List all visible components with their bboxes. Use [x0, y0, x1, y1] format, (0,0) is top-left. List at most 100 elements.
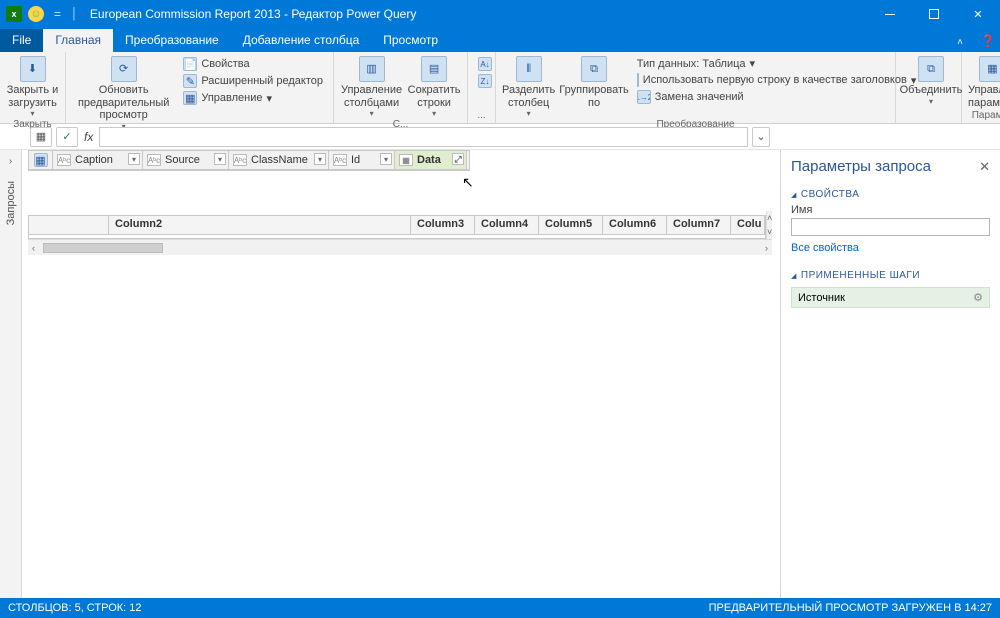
section-properties[interactable]: СВОЙСТВА	[781, 183, 1000, 202]
refresh-icon: ⟳	[111, 56, 137, 82]
main-data-grid[interactable]: ▦ AᵇcCaption▾ AᵇcSource▾ AᵇcClassName▾ A…	[28, 150, 470, 171]
smiley-icon[interactable]: ☺	[28, 6, 44, 22]
qat-separator: =	[50, 7, 65, 21]
advanced-editor-button[interactable]: ✎Расширенный редактор	[179, 73, 327, 89]
table-options-icon[interactable]: ▦	[34, 153, 48, 167]
query-name-input[interactable]	[791, 218, 990, 236]
table-icon-button[interactable]: ▦	[30, 127, 52, 147]
col-header-source[interactable]: AᵇcSource▾	[143, 151, 229, 169]
collapse-ribbon-icon[interactable]: ˄	[944, 37, 976, 52]
query-settings-panel: Параметры запроса ✕ СВОЙСТВА Имя Все сво…	[780, 150, 1000, 598]
gear-icon[interactable]: ⚙	[973, 291, 983, 304]
status-right: ПРЕДВАРИТЕЛЬНЫЙ ПРОСМОТР ЗАГРУЖЕН В 14:2…	[709, 602, 992, 614]
group-by-button[interactable]: ⧉Группировать по	[559, 54, 629, 109]
use-first-row-headers-button[interactable]: ▦Использовать первую строку в качестве з…	[633, 72, 893, 88]
name-field-label: Имя	[791, 204, 990, 216]
formula-input[interactable]	[99, 127, 748, 147]
tab-view[interactable]: Просмотр	[371, 29, 450, 52]
title-bar: x ☺ = │ European Commission Report 2013 …	[0, 0, 1000, 28]
ribbon-tabs: File Главная Преобразование Добавление с…	[0, 28, 1000, 52]
filter-icon[interactable]: ▾	[314, 153, 326, 165]
preview-scrollbar-v[interactable]: ˄ ˅	[766, 211, 772, 239]
properties-icon: 📄	[183, 57, 197, 71]
scroll-up-icon[interactable]: ˄	[767, 211, 772, 225]
scroll-thumb[interactable]	[43, 243, 163, 253]
minimize-button[interactable]	[868, 0, 912, 28]
refresh-label: Обновить предварительный просмотр	[72, 84, 175, 122]
close-load-icon: ⬇	[20, 56, 46, 82]
group-params: Парамет	[968, 109, 1000, 123]
reduce-rows-button[interactable]: ▤Сократить строки▾	[407, 54, 461, 118]
preview-col-4[interactable]: Column4	[475, 216, 539, 234]
sort-desc-button[interactable]: Z↓	[474, 73, 496, 89]
manage-button[interactable]: ▦Управление ▾	[179, 90, 327, 106]
grid-corner[interactable]: ▦	[29, 151, 53, 169]
expand-column-icon[interactable]: ⤢	[452, 153, 464, 165]
properties-button[interactable]: 📄Свойства	[179, 56, 327, 72]
close-button[interactable]	[956, 0, 1000, 28]
params-icon: ▦	[979, 56, 1000, 82]
refresh-preview-button[interactable]: ⟳ Обновить предварительный просмотр ▾	[72, 54, 175, 131]
fx-icon: fx	[82, 130, 95, 144]
preview-col-6[interactable]: Column6	[603, 216, 667, 234]
tab-addcolumn[interactable]: Добавление столбца	[231, 29, 372, 52]
excel-icon: x	[6, 6, 22, 22]
refresh-step-button[interactable]: ✓	[56, 127, 78, 147]
sort-desc-icon: Z↓	[478, 74, 492, 88]
split-column-button[interactable]: ⫴Разделить столбец▾	[502, 54, 555, 118]
replace-values-button[interactable]: 1→2Замена значений	[633, 89, 893, 105]
manage-columns-button[interactable]: ▥Управление столбцами▾	[340, 54, 403, 118]
preview-col-5[interactable]: Column5	[539, 216, 603, 234]
preview-scrollbar-h[interactable]: ‹ ›	[28, 239, 772, 255]
col-header-data[interactable]: ▦Data⤢	[395, 151, 467, 169]
preview-col-3[interactable]: Column3	[411, 216, 475, 234]
close-and-load-button[interactable]: ⬇ Закрыть и загрузить ▾	[6, 54, 59, 118]
sort-asc-icon: A↓	[478, 57, 492, 71]
col-header-id[interactable]: AᵇcId▾	[329, 151, 395, 169]
type-text-icon: Aᵇc	[147, 154, 161, 166]
manage-params-button[interactable]: ▦Управлен параметр	[968, 54, 1000, 109]
step-source[interactable]: Источник ⚙	[791, 287, 990, 308]
tab-home[interactable]: Главная	[43, 29, 113, 52]
window-title: European Commission Report 2013 - Редакт…	[84, 7, 868, 21]
panel-close-icon[interactable]: ✕	[979, 159, 990, 175]
queries-label: Запросы	[5, 181, 17, 225]
tab-file[interactable]: File	[0, 29, 43, 52]
split-icon: ⫴	[516, 56, 542, 82]
status-bar: СТОЛБЦОВ: 5, СТРОК: 12 ПРЕДВАРИТЕЛЬНЫЙ П…	[0, 598, 1000, 618]
type-table-icon: ▦	[399, 154, 413, 166]
scroll-down-icon[interactable]: ˅	[767, 225, 772, 239]
preview-grid[interactable]: Column2 Column3 Column4 Column5 Column6 …	[28, 215, 766, 239]
combine-button[interactable]: ⧉Объединить▾	[902, 54, 960, 106]
columns-icon: ▥	[359, 56, 385, 82]
advanced-editor-icon: ✎	[183, 74, 197, 88]
help-icon[interactable]: ❓	[976, 34, 1000, 52]
section-applied-steps[interactable]: ПРИМЕНЕННЫЕ ШАГИ	[781, 264, 1000, 283]
all-properties-link[interactable]: Все свойства	[791, 242, 990, 254]
formula-dropdown[interactable]: ⌄	[752, 127, 770, 147]
type-text-icon: Aᵇc	[333, 154, 347, 166]
tab-transform[interactable]: Преобразование	[113, 29, 231, 52]
filter-icon[interactable]: ▾	[380, 153, 392, 165]
maximize-button[interactable]	[912, 0, 956, 28]
col-header-caption[interactable]: AᵇcCaption▾	[53, 151, 143, 169]
col-header-classname[interactable]: AᵇcClassName▾	[229, 151, 329, 169]
preview-col-1[interactable]	[29, 216, 109, 234]
groupby-icon: ⧉	[581, 56, 607, 82]
preview-col-7[interactable]: Column7	[667, 216, 731, 234]
sort-asc-button[interactable]: A↓	[474, 56, 496, 72]
replace-icon: 1→2	[637, 90, 651, 104]
filter-icon[interactable]: ▾	[128, 153, 140, 165]
scroll-right-icon[interactable]: ›	[761, 243, 772, 253]
ribbon: ⬇ Закрыть и загрузить ▾ Закрыть ⟳ Обнови…	[0, 52, 1000, 124]
panel-title: Параметры запроса	[791, 158, 931, 175]
expand-queries-icon[interactable]: ›	[9, 150, 12, 173]
type-text-icon: Aᵇc	[57, 154, 71, 166]
filter-icon[interactable]: ▾	[214, 153, 226, 165]
preview-col-2[interactable]: Column2	[109, 216, 411, 234]
queries-pane-collapsed[interactable]: › Запросы	[0, 150, 22, 598]
data-type-dropdown[interactable]: Тип данных: Таблица ▾	[633, 56, 893, 71]
preview-col-8[interactable]: Colu	[731, 216, 765, 234]
combine-icon: ⧉	[918, 56, 944, 82]
scroll-left-icon[interactable]: ‹	[28, 243, 39, 253]
